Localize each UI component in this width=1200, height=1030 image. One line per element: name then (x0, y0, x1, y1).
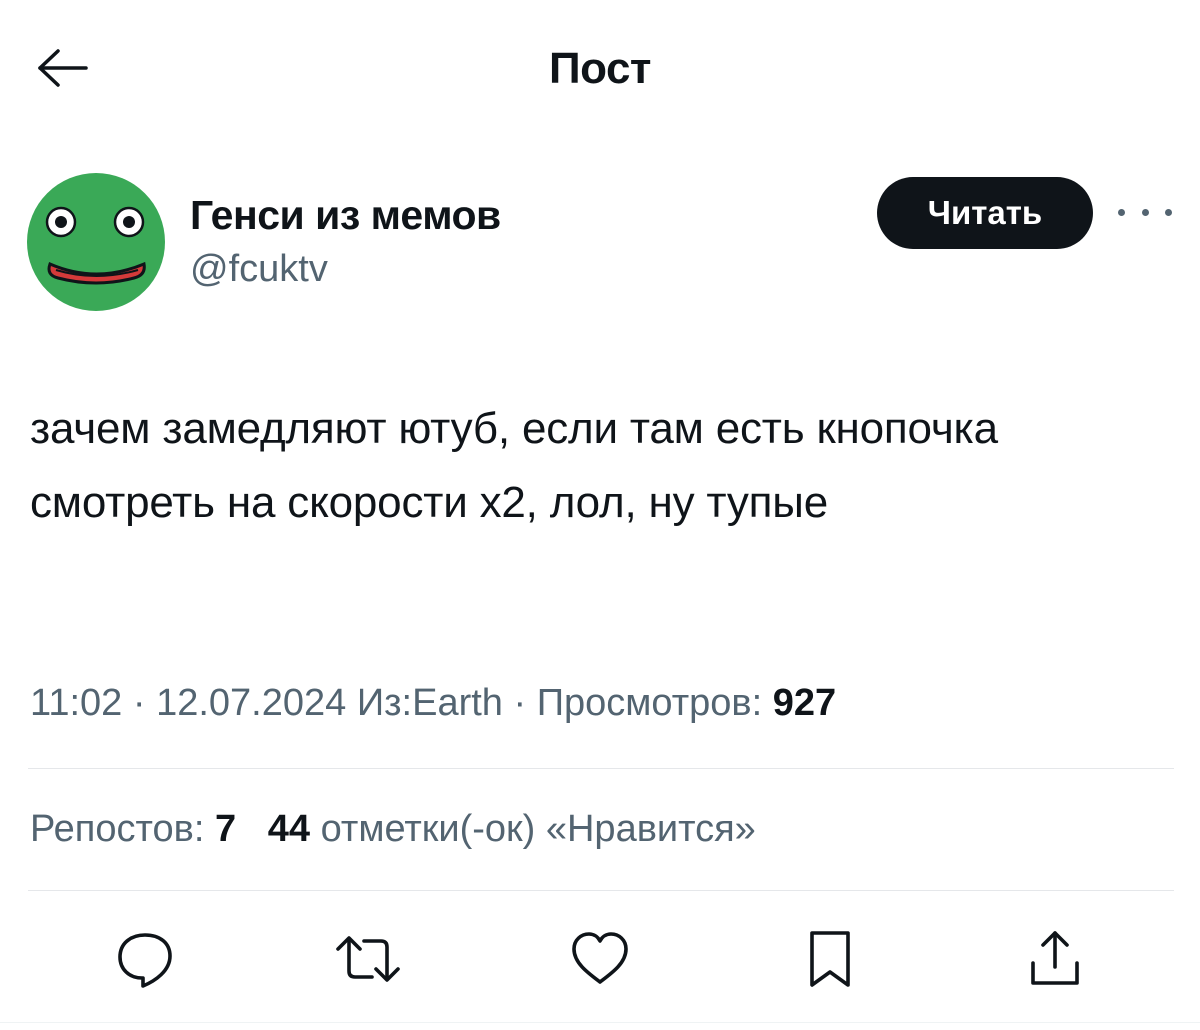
bookmark-icon (810, 931, 850, 987)
divider (28, 768, 1174, 769)
post-time: 11:02 (30, 682, 123, 724)
more-options-button[interactable] (1118, 198, 1172, 226)
bookmark-button[interactable] (795, 924, 865, 994)
action-bar (0, 920, 1200, 1000)
post-location: Из:Earth (356, 682, 503, 724)
avatar[interactable] (26, 172, 166, 312)
views-count: 927 (772, 682, 837, 724)
reposts-count: 7 (214, 808, 237, 850)
meta-separator: · (513, 682, 527, 724)
reply-button[interactable] (110, 924, 180, 994)
divider (28, 890, 1174, 891)
likes-count: 44 (267, 808, 311, 850)
post-stats: Репостов: 7 44 отметки(-ок) «Нравится» (30, 808, 756, 851)
like-button[interactable] (565, 924, 635, 994)
page-title: Пост (549, 44, 651, 93)
repost-arrows-icon (336, 936, 400, 982)
views-label: Просмотров: (536, 682, 763, 724)
reposts-stat[interactable]: Репостов: 7 (30, 808, 247, 850)
heart-icon (572, 932, 628, 984)
repost-button[interactable] (333, 924, 403, 994)
author-row: Генси из мемов @fcuktv Читать (0, 170, 1200, 320)
divider (0, 1022, 1200, 1023)
more-dot-icon (1165, 208, 1172, 216)
author-name[interactable]: Генси из мемов (190, 192, 501, 239)
more-dot-icon (1141, 208, 1149, 216)
meta-separator: · (132, 682, 146, 724)
follow-button[interactable]: Читать (877, 177, 1093, 249)
more-dot-icon (1118, 208, 1125, 216)
post-date: 12.07.2024 (156, 682, 347, 724)
post-text: зачем замедляют ютуб, если там есть кноп… (30, 404, 998, 527)
likes-label: отметки(-ок) «Нравится» (320, 808, 756, 850)
share-icon (1031, 931, 1079, 985)
post-meta: 11:02 · 12.07.2024 Из:Earth · Просмотров… (30, 682, 836, 725)
reposts-label: Репостов: (30, 808, 205, 850)
share-button[interactable] (1020, 924, 1090, 994)
top-bar: Пост (0, 0, 1200, 140)
likes-stat[interactable]: 44 отметки(-ок) «Нравится» (268, 808, 756, 850)
speech-bubble-icon (118, 933, 172, 988)
author-handle[interactable]: @fcuktv (190, 248, 328, 291)
